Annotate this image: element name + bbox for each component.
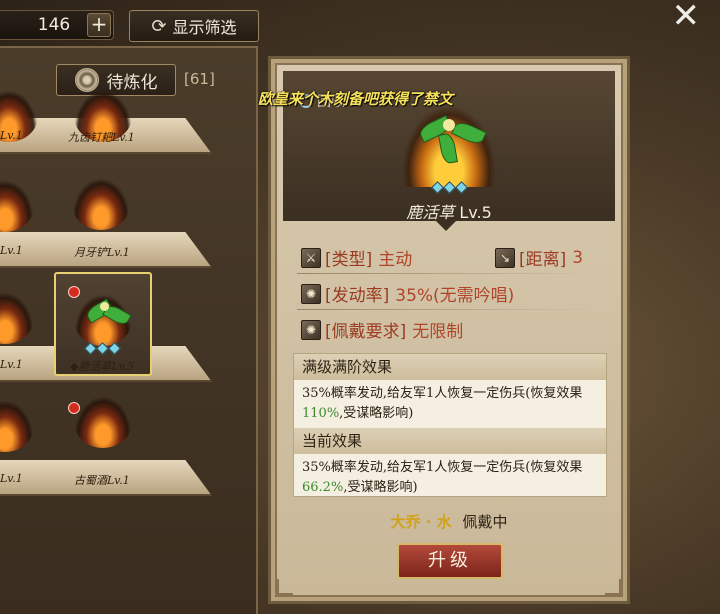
upgrade-button[interactable]: 升级 <box>397 543 503 579</box>
item-name: 鹿活草 Lv.5 <box>271 199 627 223</box>
item-count: 146 <box>37 15 71 35</box>
flower-shape <box>443 119 455 131</box>
broadcast-message: 欧皇来个木刻备吧获得了禁文 <box>258 90 454 108</box>
effect-box: 满级满阶效果 35%概率发动,给友军1人恢复一定伤兵(恢复效果110%,受谋略影… <box>293 353 607 497</box>
corner-ornament <box>277 579 293 595</box>
equipped-status: 大乔 · 水 佩戴中 <box>271 511 627 532</box>
pointer-notch <box>436 221 456 231</box>
attr-range: ↘ [距离] 3 <box>495 245 583 270</box>
filter-button[interactable]: ⟳ 显示筛选 <box>129 10 259 42</box>
item-label: ◆鹿活草Lv.5 <box>70 360 135 373</box>
equipped-label: 佩戴中 <box>462 513 508 531</box>
burst-icon: ✺ <box>301 319 321 340</box>
attr-requirement: ✺ [佩戴要求] 无限制 <box>301 317 463 342</box>
attr-rate-key: [发动率] <box>325 286 390 306</box>
star-gems <box>431 181 468 194</box>
item-detail-panel: 回收 鹿活草 Lv.5 ⚔ [类型] 主动 ↘ [距离] 3 ✺ [发动率] 3… <box>268 56 630 604</box>
add-button[interactable]: + <box>87 13 111 37</box>
item-label: 月牙铲Lv.1 <box>74 246 130 259</box>
close-icon[interactable]: ✕ <box>672 0 701 36</box>
new-badge <box>68 286 80 298</box>
item-level: Lv.5 <box>459 203 492 222</box>
attr-range-key: [距离] <box>519 250 567 270</box>
filter-button-label: 显示筛选 <box>172 18 237 37</box>
crescent-spade-icon[interactable] <box>72 178 130 230</box>
current-effect-heading: 当前效果 <box>294 428 606 454</box>
sword-icon: ⚔ <box>301 247 321 268</box>
item-name-text: 鹿活草 <box>406 203 455 222</box>
star-gems <box>84 342 121 355</box>
swirl-icon <box>74 68 99 92</box>
flower-shape <box>100 302 109 311</box>
burst-icon: ✺ <box>301 283 321 304</box>
item-label: 古蜀酒Lv.1 <box>74 474 130 487</box>
item-label: Lv.1 <box>0 358 23 371</box>
quantity-stepper: 146 + <box>0 10 114 40</box>
attr-requirement-key: [佩戴要求] <box>325 322 407 342</box>
item-label: Lv.1 <box>0 244 23 257</box>
item-label: Lv.1 <box>0 472 23 485</box>
max-effect-text: 35%概率发动,给友军1人恢复一定伤兵(恢复效果110%,受谋略影响) <box>302 386 583 421</box>
item-label: Lv.1 <box>0 129 23 142</box>
divider <box>297 273 597 274</box>
refresh-icon: ⟳ <box>151 15 167 37</box>
range-icon: ↘ <box>495 247 515 268</box>
current-effect-text: 35%概率发动,给友军1人恢复一定伤兵(恢复效果66.2%,受谋略影响) <box>302 460 583 495</box>
tab-pending-refine[interactable]: 待炼化 <box>56 64 176 96</box>
attr-type-key: [类型] <box>325 250 373 270</box>
item-label: 九齿钉耙Lv.1 <box>68 131 135 144</box>
attr-type: ⚔ [类型] 主动 <box>301 245 412 270</box>
attr-range-value: 3 <box>572 247 584 268</box>
divider <box>297 309 597 310</box>
attr-rate-value: 35%(无需吟唱) <box>395 286 515 306</box>
attr-rate: ✺ [发动率] 35%(无需吟唱) <box>301 281 514 306</box>
selected-item-card[interactable]: ◆鹿活草Lv.5 <box>54 272 152 376</box>
max-effect-heading: 满级满阶效果 <box>294 354 606 380</box>
equipped-hero[interactable]: 大乔 · 水 <box>391 513 452 531</box>
wine-jar-icon[interactable] <box>74 396 132 448</box>
attr-type-value: 主动 <box>378 250 413 270</box>
pending-count: [61] <box>184 70 215 88</box>
tab-pending-refine-label: 待炼化 <box>106 72 158 93</box>
attr-requirement-value: 无限制 <box>412 322 464 342</box>
corner-ornament <box>605 579 621 595</box>
